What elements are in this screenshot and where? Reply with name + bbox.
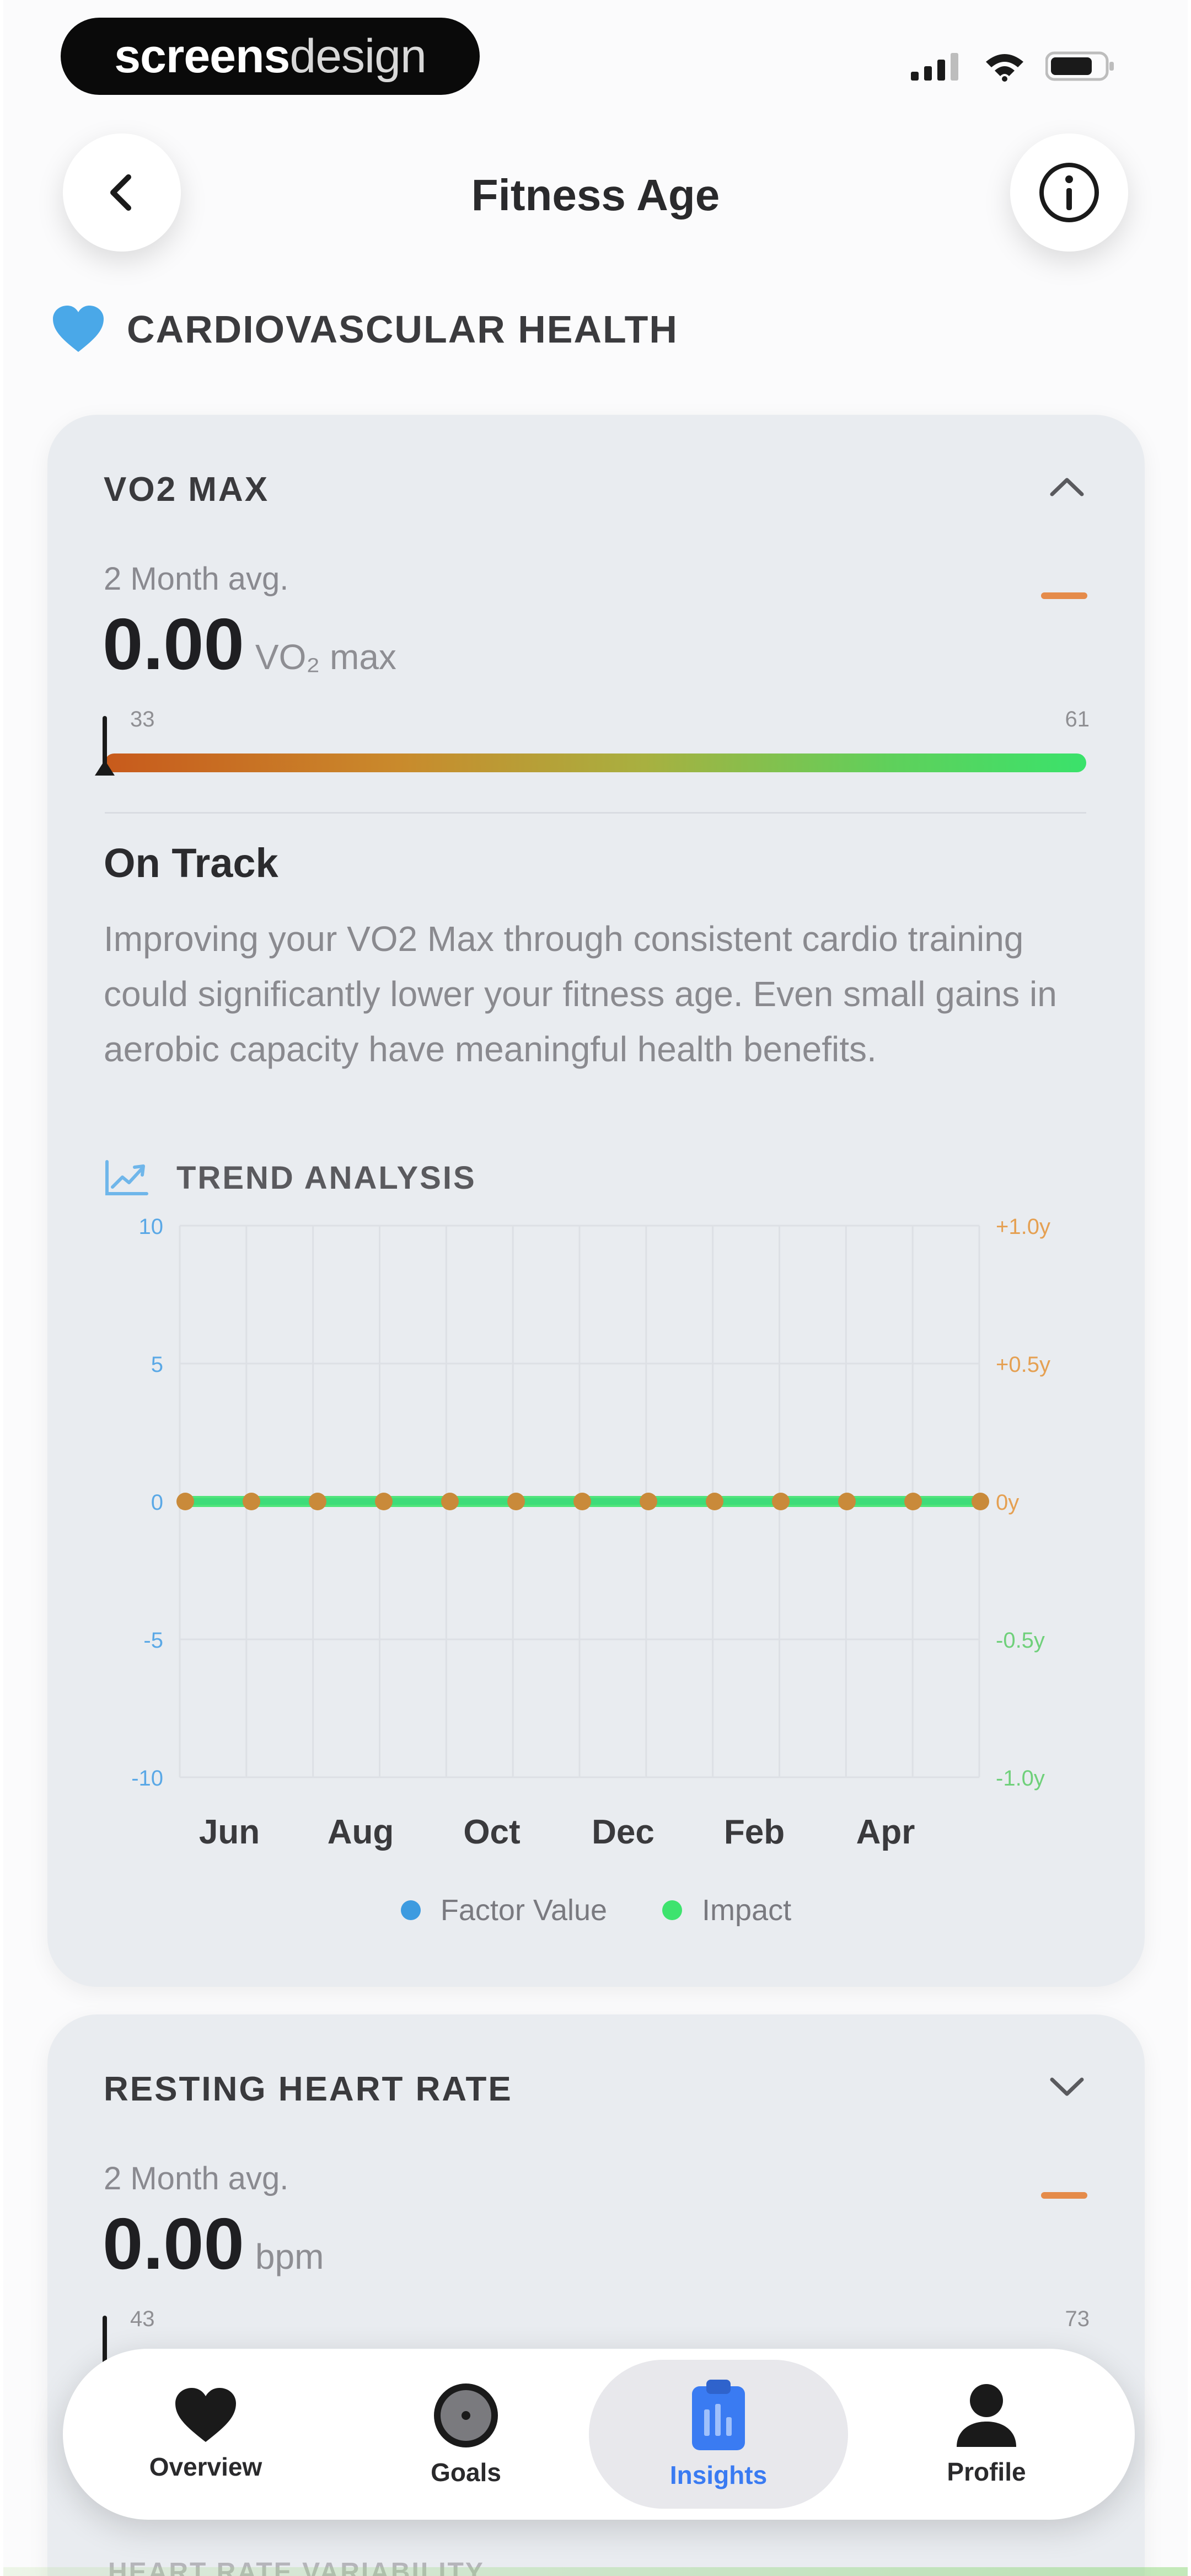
- metric-unit: bpm: [255, 2237, 324, 2276]
- chevron-down-icon[interactable]: [1049, 2074, 1085, 2098]
- y-tick-label-right: +1.0y: [996, 1215, 1050, 1239]
- legend-item-factor-value: Factor Value: [400, 1893, 608, 1927]
- tab-bar: Overview Goals Insights Profile: [63, 2349, 1135, 2520]
- data-point-marker: [838, 1493, 856, 1510]
- info-icon: [1039, 163, 1099, 222]
- y-tick-label-left: 5: [151, 1353, 163, 1377]
- vo2-max-card: VO2 MAX 2 Month avg. 0.00 VO₂ max 33 61 …: [47, 415, 1145, 1987]
- range-max: 61: [1065, 707, 1090, 731]
- tab-label: Profile: [947, 2457, 1026, 2486]
- range-min: 43: [130, 2307, 155, 2331]
- x-tick-label: Feb: [724, 1813, 785, 1851]
- status-heading: On Track: [104, 840, 278, 886]
- status-icons: [911, 51, 1116, 82]
- section-header: CARDIOVASCULAR HEALTH: [52, 304, 678, 354]
- chevron-up-icon[interactable]: [1049, 474, 1085, 499]
- target-icon: [434, 2383, 498, 2447]
- data-point-marker: [176, 1493, 194, 1510]
- card-title: VO2 MAX: [104, 471, 270, 509]
- trend-header: TREND ANALYSIS: [104, 1158, 476, 1197]
- avg-label: 2 Month avg.: [104, 2161, 289, 2196]
- legend-dot: [400, 1900, 421, 1920]
- data-point-marker: [972, 1493, 989, 1510]
- data-point-marker: [573, 1493, 591, 1510]
- brand-logo: screensdesign: [61, 18, 480, 95]
- wifi-icon: [986, 54, 1023, 82]
- data-point-marker: [375, 1493, 393, 1510]
- gauge-pointer-icon: [95, 760, 115, 776]
- status-bar: screensdesign: [3, 0, 1188, 116]
- legend-item-impact: Impact: [662, 1893, 791, 1927]
- x-tick-label: Apr: [856, 1813, 915, 1851]
- metric-value: 0.00 bpm: [103, 2202, 324, 2285]
- tab-label: Overview: [149, 2452, 262, 2481]
- trend-indicator: [1041, 2192, 1087, 2199]
- data-point-marker: [243, 1493, 260, 1510]
- brand-text-light: design: [289, 29, 426, 83]
- bottom-gradient: [3, 2567, 1188, 2576]
- divider: [105, 812, 1086, 814]
- heart-icon: [175, 2388, 236, 2442]
- metric-unit: VO₂ max: [255, 637, 396, 677]
- y-tick-label-left: -10: [131, 1766, 163, 1791]
- x-tick-label: Jun: [199, 1813, 260, 1851]
- data-point-marker: [507, 1493, 525, 1510]
- tab-label: Insights: [669, 2461, 768, 2489]
- tab-profile[interactable]: Profile: [857, 2360, 1116, 2509]
- y-tick-label-right: -0.5y: [996, 1628, 1045, 1653]
- trend-title: TREND ANALYSIS: [176, 1159, 476, 1196]
- trend-chart-icon: [105, 1160, 148, 1195]
- avg-label: 2 Month avg.: [104, 561, 289, 597]
- metric-value: 0.00 VO₂ max: [103, 602, 396, 686]
- range-max: 73: [1065, 2307, 1090, 2331]
- metric-number: 0.00: [103, 603, 244, 685]
- app-screen: screensdesign Fitness Age CARDIOVASCULAR…: [3, 0, 1188, 2576]
- tab-overview[interactable]: Overview: [76, 2360, 335, 2509]
- brand-text-bold: screens: [114, 29, 290, 83]
- y-tick-label-left: 10: [139, 1215, 164, 1239]
- x-tick-label: Oct: [463, 1813, 520, 1851]
- x-tick-label: Aug: [328, 1813, 394, 1851]
- trend-indicator: [1041, 592, 1087, 599]
- clipboard-icon: [692, 2380, 745, 2450]
- y-tick-label-right: 0y: [996, 1490, 1019, 1515]
- legend-label: Factor Value: [440, 1894, 608, 1927]
- data-point-marker: [772, 1493, 790, 1510]
- metric-number: 0.00: [103, 2203, 244, 2284]
- nav-bar: Fitness Age: [3, 127, 1188, 259]
- legend-label: Impact: [702, 1894, 792, 1927]
- gauge-bar: [105, 753, 1086, 772]
- data-point-marker: [904, 1493, 922, 1510]
- info-button[interactable]: [1010, 133, 1128, 252]
- data-point-marker: [706, 1493, 723, 1510]
- data-point-marker: [309, 1493, 326, 1510]
- description-text: Improving your VO2 Max through consisten…: [104, 919, 1057, 1069]
- card-title: RESTING HEART RATE: [104, 2070, 513, 2108]
- tab-label: Goals: [431, 2458, 501, 2487]
- tab-goals[interactable]: Goals: [336, 2360, 596, 2509]
- y-tick-label-left: 0: [151, 1490, 163, 1515]
- y-tick-label-right: +0.5y: [996, 1353, 1050, 1377]
- trend-chart: 10 +1.0y 5 +0.5y 0 0y -5 -0.5y -10 -1.0y Jun Aug Oct…: [131, 1215, 1050, 1851]
- range-min: 33: [130, 707, 155, 731]
- tab-insights[interactable]: Insights: [589, 2360, 848, 2509]
- legend-dot: [662, 1900, 683, 1920]
- cellular-signal-icon: [911, 53, 958, 81]
- brand-text: screensdesign: [114, 29, 427, 84]
- section-title: CARDIOVASCULAR HEALTH: [127, 308, 678, 351]
- y-tick-label-right: -1.0y: [996, 1766, 1045, 1791]
- chart-legend: Factor Value Impact: [47, 1893, 1145, 1927]
- battery-icon: [1045, 51, 1114, 81]
- y-tick-label-left: -5: [143, 1628, 163, 1653]
- x-tick-label: Dec: [592, 1813, 654, 1851]
- data-point-marker: [640, 1493, 657, 1510]
- heart-icon: [53, 306, 104, 352]
- data-point-marker: [441, 1493, 459, 1510]
- person-icon: [957, 2384, 1016, 2447]
